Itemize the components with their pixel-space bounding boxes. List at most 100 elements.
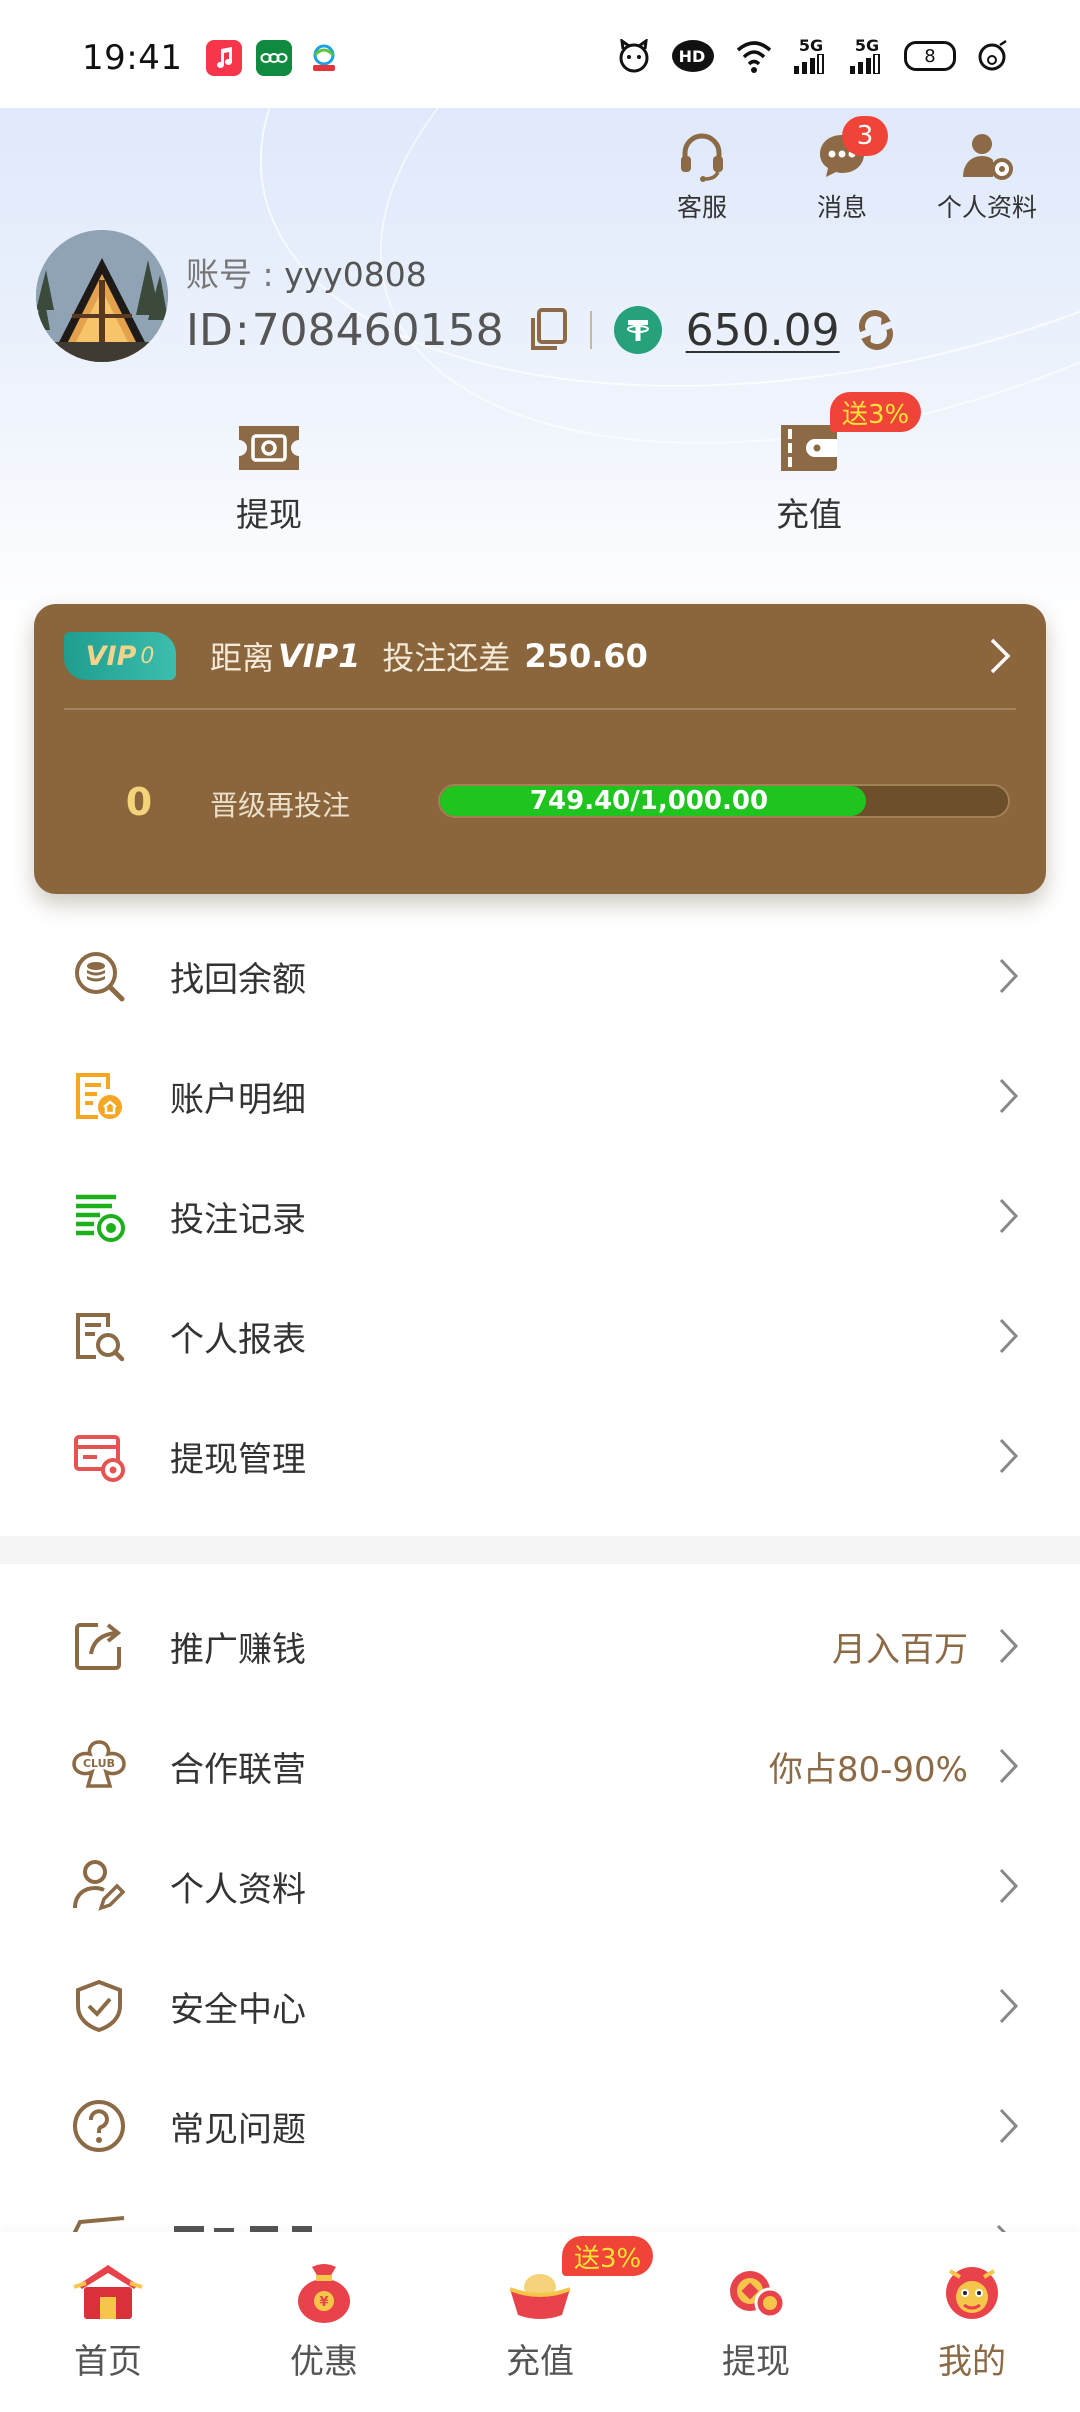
vip-progress-card[interactable]: VIP 0 距离 VIP1 投注还差 250.60 0 晋级再投注 749.40/…	[34, 604, 1046, 894]
customer-service-label: 客服	[676, 193, 727, 222]
status-time: 19:41	[82, 38, 183, 78]
menu-item-label: 常见问题	[170, 2109, 306, 2150]
menu-item-personal-report[interactable]: 个人报表	[0, 1276, 1080, 1396]
chevron-right-icon	[994, 1984, 1024, 2028]
messages-button[interactable]: 3 消息	[792, 116, 892, 224]
club-icon: CLUB	[70, 1737, 128, 1795]
account-separator: :	[262, 255, 274, 294]
menu-item-label: 账户明细	[170, 1079, 306, 1120]
id-separator: :	[234, 304, 250, 356]
customer-service-button[interactable]: 客服	[652, 128, 752, 224]
id-value: 708460158	[251, 304, 504, 356]
id-balance-line: ID : 708460158 650.09	[186, 300, 898, 360]
deposit-promo-tag: 送3%	[830, 392, 922, 432]
menu-item-security-center[interactable]: 安全中心	[0, 1946, 1080, 2066]
pig-icon	[974, 36, 1010, 76]
headset-icon	[674, 128, 730, 184]
menu-item-account-details[interactable]: 账户明细	[0, 1036, 1080, 1156]
profile-label: 个人资料	[936, 193, 1037, 222]
menu-item-bet-records[interactable]: 投注记录	[0, 1156, 1080, 1276]
battery-level: 8	[924, 45, 936, 67]
recover-balance-icon	[70, 947, 128, 1005]
menu-group-account: 找回余额 账户明细 投注记录 个人报表 提现管理	[0, 916, 1080, 1516]
chevron-right-icon	[994, 1864, 1024, 1908]
user-edit-icon	[70, 1857, 128, 1915]
vip-distance-label: 距离	[210, 639, 275, 677]
header-actions: 客服 3 消息 个人资料	[652, 116, 1042, 224]
withdraw-quick-button[interactable]: 提现	[194, 418, 344, 536]
menu-item-extra: 月入百万	[832, 1629, 968, 1670]
hd-label: HD	[678, 46, 706, 66]
status-app-icons	[206, 40, 342, 76]
section-divider	[0, 1536, 1080, 1564]
promo-bag-icon: ¥	[286, 2256, 362, 2328]
account-details-icon	[70, 1067, 128, 1125]
id-label: ID	[186, 304, 233, 356]
nav-promotions[interactable]: ¥ 优惠	[216, 2232, 432, 2412]
svg-text:¥: ¥	[319, 2295, 328, 2310]
divider	[589, 311, 592, 349]
account-label: 账号	[186, 255, 252, 294]
vip-progress-text: 749.40/1,000.00	[529, 786, 769, 816]
menu-item-partial	[0, 2210, 1080, 2234]
nav-home[interactable]: 首页	[0, 2232, 216, 2412]
balance-amount[interactable]: 650.09	[686, 305, 840, 356]
svg-text:CLUB: CLUB	[83, 1757, 115, 1770]
deposit-quick-label: 充值	[776, 495, 842, 534]
vip-progress-label: 晋级再投注	[210, 789, 351, 822]
my-account-page: 19:41 HD 5G 5G 8 客服 3 消息 个人资料 账号: yyy08…	[0, 0, 1080, 2412]
chevron-right-icon	[994, 1314, 1024, 1358]
profile-button[interactable]: 个人资料	[932, 128, 1042, 224]
nav-deposit[interactable]: 送3% 充值	[432, 2232, 654, 2412]
unread-badge: 3	[842, 116, 888, 156]
menu-item-label: 个人报表	[170, 1319, 306, 1360]
nav-withdraw[interactable]: 提现	[648, 2232, 864, 2412]
usdt-icon	[613, 306, 662, 354]
cat-icon	[616, 36, 652, 76]
oppo-app-icon	[256, 40, 292, 76]
account-line: 账号 : yyy0808	[186, 248, 427, 296]
share-icon	[70, 1617, 128, 1675]
status-indicators: HD 5G 5G 8	[616, 36, 1010, 76]
cash-icon	[234, 418, 304, 478]
menu-item-cooperation[interactable]: CLUB 合作联营 你占80-90%	[0, 1706, 1080, 1826]
menu-item-personal-info[interactable]: 个人资料	[0, 1826, 1080, 1946]
menu-item-promote-earn[interactable]: 推广赚钱 月入百万	[0, 1586, 1080, 1706]
music-app-icon	[206, 40, 242, 76]
nav-deposit-promo-tag: 送3%	[562, 2236, 654, 2276]
menu-item-label: 合作联营	[170, 1749, 306, 1790]
question-icon	[70, 2097, 128, 2155]
nav-mine-label: 我的	[938, 2342, 1006, 2382]
menu-item-label: 投注记录	[170, 1199, 306, 1240]
personal-report-icon	[70, 1307, 128, 1365]
deposit-quick-button[interactable]: 送3% 充值	[734, 392, 922, 536]
china-mobile-app-icon	[306, 40, 342, 76]
refresh-icon[interactable]	[854, 308, 898, 352]
chevron-right-icon	[994, 954, 1024, 998]
avatar[interactable]	[36, 230, 168, 362]
menu-item-faq[interactable]: 常见问题	[0, 2066, 1080, 2186]
profile-settings-icon	[959, 128, 1015, 184]
home-icon	[70, 2256, 146, 2328]
chevron-right-icon	[994, 1194, 1024, 1238]
chevron-right-icon	[994, 1074, 1024, 1118]
hd-icon: HD	[670, 36, 716, 76]
shield-icon	[70, 1977, 128, 2035]
nav-mine[interactable]: 我的	[864, 2232, 1080, 2412]
menu-item-withdraw-management[interactable]: 提现管理	[0, 1396, 1080, 1516]
chevron-right-icon	[994, 1624, 1024, 1668]
chevron-right-icon	[994, 2104, 1024, 2148]
vip-level-badge: VIP 0	[64, 632, 176, 680]
menu-item-recover-balance[interactable]: 找回余额	[0, 916, 1080, 1036]
vip-need-label: 投注还差	[382, 639, 511, 677]
withdraw-management-icon	[70, 1427, 128, 1485]
menu-item-label: 提现管理	[170, 1439, 306, 1480]
vip-next-level: VIP1	[278, 637, 361, 675]
nav-deposit-label: 充值	[506, 2342, 574, 2382]
nav-promotions-label: 优惠	[290, 2342, 358, 2382]
vip-progress-bar: 749.40/1,000.00	[438, 784, 1010, 818]
withdraw-quick-label: 提现	[236, 495, 302, 534]
vip-next-level-text: 距离 VIP1 投注还差 250.60	[210, 632, 648, 680]
copy-icon[interactable]	[526, 307, 568, 353]
vip-badge-text: VIP	[85, 640, 137, 672]
